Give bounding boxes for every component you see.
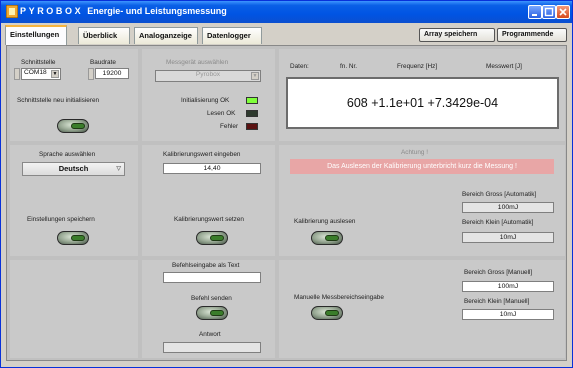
title-brand: PYROBOX	[20, 6, 84, 16]
init-ok-led	[246, 97, 258, 104]
manual-range-section: Bereich Gross [Manuell] 100mJ Manuelle M…	[279, 260, 565, 358]
device-select-label: Messgerät auswählen	[166, 59, 229, 66]
tab-bar: Einstellungen Überblick Analoganzeige Da…	[1, 23, 572, 45]
command-section: Befehlseingabe als Text Befehl senden An…	[142, 260, 275, 358]
calibration-set-toggle[interactable]	[196, 231, 228, 245]
data-display-section: Daten: fn. Nr. Frequenz [Hz] Messwert [J…	[279, 49, 565, 141]
manual-range-toggle[interactable]	[311, 306, 343, 320]
close-button[interactable]	[556, 5, 570, 19]
empty-section	[10, 260, 138, 358]
reinit-label: Schnittstelle neu initialisieren	[17, 97, 100, 104]
calibration-read-section: Achtung ! Das Auslesen der Kalibrierung …	[279, 145, 565, 256]
quit-button[interactable]: Programmende	[497, 28, 567, 42]
port-value: COM18	[24, 69, 47, 76]
title-bar[interactable]: PYROBOX Energie- und Leistungsmessung	[1, 1, 572, 23]
range-low-manual-label: Bereich Klein [Manuell]	[464, 298, 530, 305]
port-label: Schnittstelle	[21, 59, 56, 66]
language-label: Sprache auswählen	[39, 151, 96, 158]
range-low-manual-field[interactable]: 10mJ	[462, 309, 554, 320]
baud-spinner[interactable]	[88, 68, 94, 80]
device-value: Pyrobox	[195, 71, 221, 78]
measurement-display: 608 +1.1e+01 +7.3429e-04	[286, 77, 559, 129]
attention-label: Achtung !	[401, 149, 429, 156]
error-led	[246, 123, 258, 130]
app-window: PYROBOX Energie- und Leistungsmessung Ein…	[0, 0, 573, 368]
maximize-icon	[544, 7, 554, 17]
init-ok-label: Initialisierung OK	[181, 97, 230, 104]
minimize-button[interactable]	[528, 5, 542, 19]
answer-label: Antwort	[199, 331, 221, 338]
range-low-auto-field: 10mJ	[462, 232, 554, 243]
close-icon	[559, 8, 567, 16]
measurement-value: 608 +1.1e+01 +7.3429e-04	[346, 96, 499, 110]
tab-analoganzeige[interactable]: Analoganzeige	[134, 27, 198, 44]
title-subtitle: Energie- und Leistungsmessung	[87, 6, 227, 16]
language-value: Deutsch	[58, 164, 89, 173]
calibration-read-label: Kalibrierung auslesen	[294, 218, 356, 225]
command-send-label: Befehl senden	[191, 295, 232, 302]
col-fn-label: fn. Nr.	[340, 63, 358, 70]
tab-ueberblick[interactable]: Überblick	[78, 27, 130, 44]
baud-field[interactable]: 19200	[95, 68, 129, 79]
minimize-icon	[532, 14, 537, 16]
range-high-manual-field[interactable]: 100mJ	[462, 281, 554, 292]
save-settings-toggle[interactable]	[57, 231, 89, 245]
settings-panel: Schnittstelle COM18 ▼ Baudrate 19200 Sch…	[6, 45, 567, 361]
col-data-label: Daten:	[290, 63, 309, 70]
device-select[interactable]: Pyrobox ▼	[155, 70, 261, 82]
array-save-button[interactable]: Array speichern	[419, 28, 495, 42]
calibration-value-field[interactable]: 14,40	[163, 163, 261, 174]
chevron-down-icon: ▼	[251, 72, 259, 80]
reinit-toggle[interactable]	[57, 119, 89, 133]
window-title: PYROBOX Energie- und Leistungsmessung	[20, 6, 227, 16]
error-label: Fehler	[220, 123, 239, 130]
tab-datenlogger[interactable]: Datenlogger	[202, 27, 262, 44]
range-high-auto-label: Bereich Gross [Automatik]	[462, 191, 537, 198]
interface-section: Schnittstelle COM18 ▼ Baudrate 19200 Sch…	[10, 49, 138, 141]
calibration-value-label: Kalibrierungswert eingeben	[163, 151, 241, 158]
range-low-auto-label: Bereich Klein [Automatik]	[462, 219, 534, 226]
baud-label: Baudrate	[90, 59, 116, 66]
language-select[interactable]: Deutsch ▽	[22, 162, 125, 176]
port-spinner[interactable]	[14, 68, 20, 80]
calibration-set-label: Kalibrierungswert setzen	[174, 216, 244, 223]
maximize-button[interactable]	[542, 5, 556, 19]
command-send-toggle[interactable]	[196, 306, 228, 320]
chevron-down-icon: ▽	[116, 166, 121, 172]
col-freq-label: Frequenz [Hz]	[397, 63, 438, 70]
app-icon	[6, 5, 18, 18]
port-select[interactable]: COM18 ▼	[21, 68, 61, 80]
range-high-manual-label: Bereich Gross [Manuell]	[464, 269, 533, 276]
col-value-label: Messwert [J]	[486, 63, 522, 70]
read-ok-led	[246, 110, 258, 117]
language-section: Sprache auswählen Deutsch ▽ Einstellunge…	[10, 145, 138, 256]
read-ok-label: Lesen OK	[207, 110, 236, 117]
answer-field	[163, 342, 261, 353]
save-settings-label: Einstellungen speichern	[27, 216, 95, 223]
tab-einstellungen[interactable]: Einstellungen	[5, 25, 67, 45]
command-input[interactable]	[163, 272, 261, 283]
device-section: Messgerät auswählen Pyrobox ▼ Initialisi…	[142, 49, 275, 141]
calibration-warning: Das Auslesen der Kalibrierung unterbrich…	[290, 159, 554, 174]
range-high-auto-field: 100mJ	[462, 202, 554, 213]
chevron-down-icon: ▼	[51, 70, 59, 78]
command-input-label: Befehlseingabe als Text	[172, 262, 240, 269]
calibration-value-section: Kalibrierungswert eingeben 14,40 Kalibri…	[142, 145, 275, 256]
manual-range-label: Manuelle Messbereichseingabe	[294, 294, 384, 301]
calibration-read-toggle[interactable]	[311, 231, 343, 245]
